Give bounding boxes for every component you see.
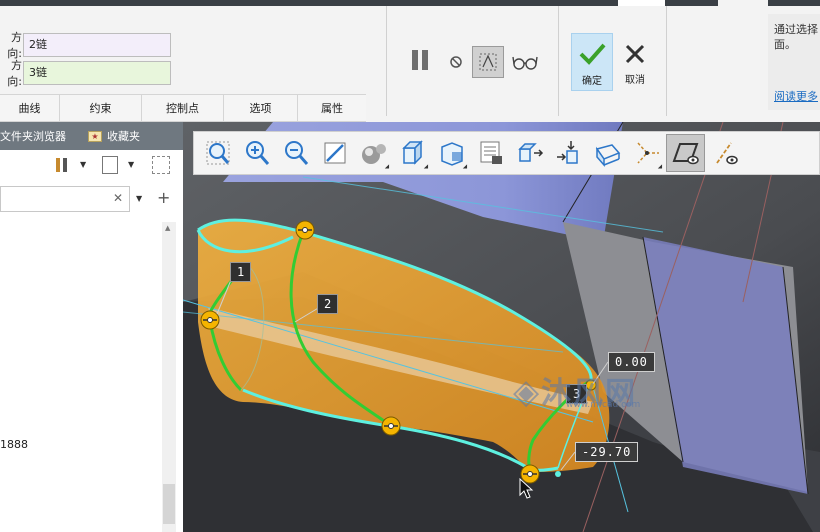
watermark-url: www.mfcad.com bbox=[566, 400, 641, 410]
orient-arrow-icon bbox=[556, 141, 578, 164]
app-window: 方向: 2链 方向: 3链 曲线 约束 控制点 选项 属性 确定 取消 通过选择… bbox=[0, 0, 820, 532]
ribbon-tab-active[interactable] bbox=[618, 0, 665, 6]
perspective-icon bbox=[595, 144, 620, 167]
dashboard-tabs: 曲线 约束 控制点 选项 属性 bbox=[0, 94, 366, 122]
curve-label-1[interactable]: 1 bbox=[230, 262, 252, 282]
view-manager-icon bbox=[440, 142, 463, 166]
navigator-panel: 文件夹浏览器 ★ 收藏夹 ▼ ▼ ✕ ▼ + 1888 ▲ bbox=[0, 122, 183, 532]
navigator-tabs: 文件夹浏览器 ★ 收藏夹 bbox=[0, 122, 183, 150]
cancel-button[interactable]: 取消 bbox=[614, 33, 656, 91]
favorites-label: 收藏夹 bbox=[107, 130, 140, 143]
second-direction-row: 方向: 3链 bbox=[0, 59, 171, 88]
add-icon[interactable]: + bbox=[157, 188, 170, 207]
control-handle[interactable] bbox=[295, 220, 315, 240]
tree-toolbar: ▼ ▼ bbox=[0, 150, 183, 180]
pause-button[interactable] bbox=[405, 48, 435, 76]
scroll-up-icon[interactable]: ▲ bbox=[165, 224, 170, 232]
zoom-out-button[interactable] bbox=[276, 134, 315, 172]
info-text: 通过选择面。 bbox=[774, 23, 818, 51]
shading-icon bbox=[361, 144, 386, 164]
model-canvas[interactable] bbox=[183, 122, 820, 532]
read-more-link[interactable]: 阅读更多 bbox=[774, 89, 818, 104]
layers-button[interactable] bbox=[471, 134, 510, 172]
no-preview-icon bbox=[450, 56, 462, 68]
axis-display-toggle[interactable] bbox=[705, 134, 744, 172]
repaint-button[interactable] bbox=[315, 134, 354, 172]
show-icon[interactable] bbox=[102, 156, 118, 174]
clear-icon[interactable]: ✕ bbox=[113, 191, 123, 205]
separator bbox=[558, 6, 559, 122]
separator bbox=[666, 6, 667, 122]
repaint-icon bbox=[324, 142, 345, 164]
plane-display-toggle[interactable] bbox=[666, 134, 705, 172]
tab-constraints[interactable]: 约束 bbox=[60, 95, 142, 121]
tab-options[interactable]: 选项 bbox=[224, 95, 298, 121]
control-point[interactable] bbox=[555, 471, 561, 477]
view-cube-icon bbox=[401, 140, 423, 165]
checkmark-icon bbox=[579, 43, 606, 65]
ok-button[interactable]: 确定 bbox=[571, 33, 613, 91]
orient-icon bbox=[517, 143, 543, 162]
second-direction-collector[interactable]: 3链 bbox=[23, 61, 171, 85]
spin-center-button[interactable] bbox=[549, 134, 588, 172]
zoom-in-icon bbox=[245, 141, 269, 165]
tab-control-points[interactable]: 控制点 bbox=[142, 95, 224, 121]
chevron-down-icon[interactable]: ▼ bbox=[136, 194, 142, 203]
perspective-button[interactable] bbox=[588, 134, 627, 172]
separate-preview-button[interactable] bbox=[472, 46, 504, 78]
verify-preview-button[interactable] bbox=[510, 50, 540, 74]
tree-settings-icon[interactable] bbox=[54, 156, 70, 174]
first-direction-row: 方向: 2链 bbox=[0, 31, 171, 60]
refit-icon bbox=[206, 141, 229, 165]
info-panel: 通过选择面。 阅读更多 bbox=[768, 14, 820, 110]
scrollbar-thumb[interactable] bbox=[163, 484, 175, 524]
graphics-area[interactable]: 1 2 3 0.00 -29.70 ◈沐风网 www.mfcad.com bbox=[183, 122, 820, 532]
tree-grid-icon[interactable] bbox=[152, 156, 170, 174]
annotation-orientation-button[interactable] bbox=[510, 134, 549, 172]
tab-favorites[interactable]: ★ 收藏夹 bbox=[88, 128, 148, 144]
ribbon-tab[interactable] bbox=[718, 0, 768, 6]
tree-item[interactable]: 1888 bbox=[0, 438, 28, 451]
separator bbox=[386, 6, 387, 122]
datum-plane-icon bbox=[672, 143, 699, 165]
datum-axes-icon bbox=[636, 142, 659, 164]
first-direction-collector[interactable]: 2链 bbox=[23, 33, 171, 57]
tab-properties[interactable]: 属性 bbox=[298, 95, 366, 121]
saved-orientations-button[interactable] bbox=[393, 134, 432, 172]
boundary-blend-dashboard: 方向: 2链 方向: 3链 bbox=[0, 6, 386, 94]
control-handle[interactable] bbox=[200, 310, 220, 330]
control-handle[interactable] bbox=[520, 464, 540, 484]
zoom-out-icon bbox=[284, 141, 308, 165]
dimension-value-bottom[interactable]: -29.70 bbox=[575, 442, 639, 462]
datum-display-button[interactable] bbox=[627, 134, 666, 172]
tree-search-input[interactable]: ✕ bbox=[0, 186, 130, 212]
favorites-icon: ★ bbox=[88, 130, 102, 142]
control-handle[interactable] bbox=[381, 416, 401, 436]
refit-button[interactable] bbox=[198, 134, 237, 172]
glasses-icon bbox=[512, 56, 538, 70]
second-direction-label: 方向: bbox=[7, 59, 22, 88]
close-icon bbox=[625, 44, 645, 64]
view-manager-button[interactable] bbox=[432, 134, 471, 172]
no-preview-button[interactable] bbox=[446, 52, 466, 72]
chevron-down-icon[interactable]: ▼ bbox=[80, 160, 86, 169]
layer-list-icon bbox=[480, 141, 502, 164]
folder-browser-label: 文件夹浏览器 bbox=[0, 130, 66, 143]
watermark-logo-icon: ◈ bbox=[513, 372, 542, 412]
tab-folder-browser[interactable]: 文件夹浏览器 bbox=[0, 128, 74, 144]
cancel-label: 取消 bbox=[625, 75, 645, 86]
graphics-toolbar bbox=[193, 131, 820, 175]
pause-icon bbox=[410, 50, 430, 74]
datum-axis-icon bbox=[715, 142, 738, 165]
display-style-button[interactable] bbox=[354, 134, 393, 172]
zoom-in-button[interactable] bbox=[237, 134, 276, 172]
ok-label: 确定 bbox=[582, 76, 602, 87]
curve-label-2[interactable]: 2 bbox=[317, 294, 339, 314]
preview-mesh-icon bbox=[479, 53, 497, 71]
tree-scrollbar[interactable]: ▲ bbox=[162, 222, 176, 532]
chevron-down-icon[interactable]: ▼ bbox=[128, 160, 134, 169]
tab-curves[interactable]: 曲线 bbox=[0, 95, 60, 121]
